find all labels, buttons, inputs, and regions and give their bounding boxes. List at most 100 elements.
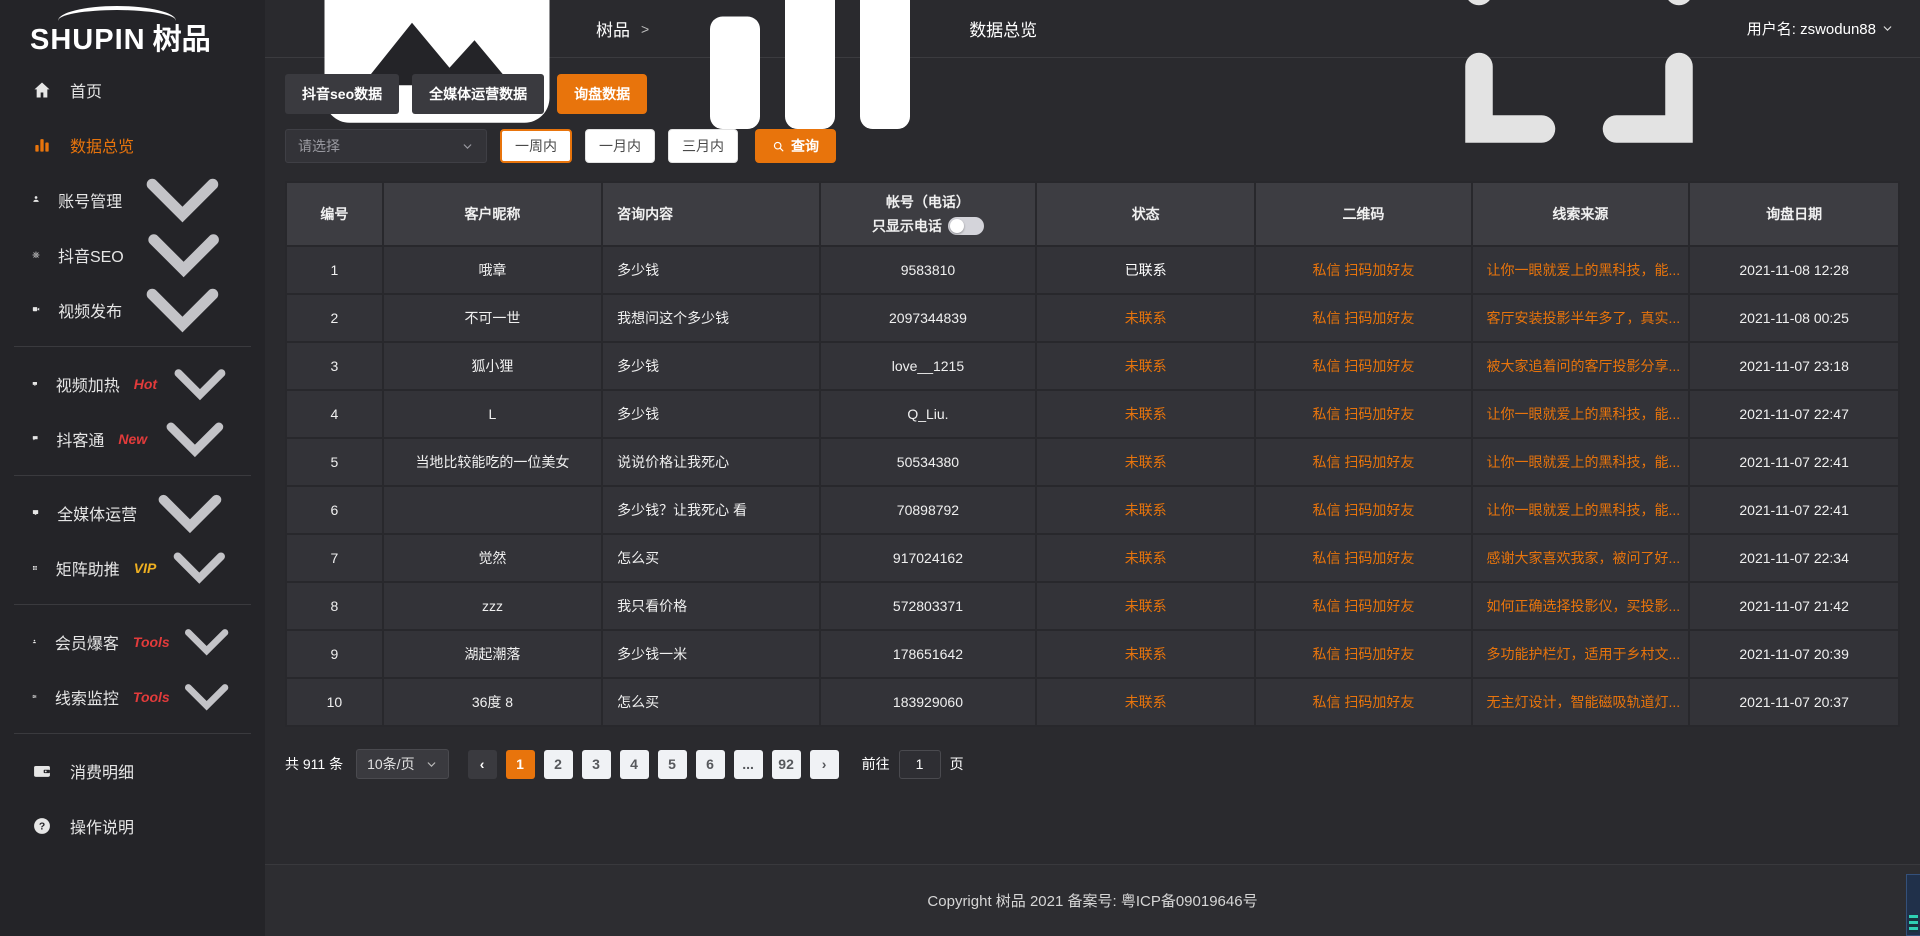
logo: SHUPIN树品 [0,0,265,62]
lead-source-link[interactable]: 让你一眼就爱上的黑科技，能... [1487,406,1681,422]
qrcode-link[interactable]: 私信 扫码加好友 [1313,502,1415,518]
sidebar-item-douketong[interactable]: 抖客通 New [0,411,265,466]
user-menu[interactable]: 用户名: zswodun88 [1747,18,1894,39]
qrcode-link[interactable]: 私信 扫码加好友 [1313,262,1415,278]
svg-text:?: ? [39,821,45,832]
cell-date: 2021-11-07 22:47 [1689,390,1899,438]
goto-page-input[interactable] [899,750,941,779]
page-button-1[interactable]: 1 [506,750,535,779]
col-header-qrcode: 二维码 [1255,182,1471,246]
page-button-6[interactable]: 6 [696,750,725,779]
status-badge: 未联系 [1125,550,1167,566]
sidebar-item-instructions[interactable]: ? 操作说明 [0,798,265,853]
cell-nickname: 湖起潮落 [383,630,602,678]
cell-date: 2021-11-07 22:41 [1689,438,1899,486]
col-header-status: 状态 [1036,182,1255,246]
tools-badge: Tools [133,634,170,650]
cell-account: love__1215 [820,342,1036,390]
copyright-text: Copyright 树品 2021 备案号: 粤ICP备09019646号 [927,890,1257,911]
page-size-select[interactable]: 10条/页 [356,749,448,779]
lead-source-link[interactable]: 让你一眼就爱上的黑科技，能... [1487,262,1681,278]
cell-no: 4 [286,390,383,438]
sidebar-item-matrix-boost[interactable]: 矩阵助推 VIP [0,540,265,595]
table-row: 5当地比较能吃的一位美女说说价格让我死心50534380未联系私信 扫码加好友让… [286,438,1899,486]
cell-content: 多少钱 [602,390,820,438]
chevron-down-icon [461,140,474,153]
qrcode-link[interactable]: 私信 扫码加好友 [1313,694,1415,710]
table-row: 8zzz我只看价格572803371未联系私信 扫码加好友如何正确选择投影仪，买… [286,582,1899,630]
lead-source-link[interactable]: 让你一眼就爱上的黑科技，能... [1487,454,1681,470]
status-badge: 未联系 [1125,406,1167,422]
hot-badge: Hot [134,376,157,392]
lead-source-link[interactable]: 无主灯设计，智能磁吸轨道灯... [1487,694,1681,710]
chevron-down-icon [1881,22,1894,35]
range-week-button[interactable]: 一周内 [500,129,572,163]
lead-source-link[interactable]: 客厅安装投影半年多了，真实... [1487,310,1681,326]
prev-page-button[interactable]: ‹ [468,750,497,779]
filter-select-placeholder: 请选择 [298,136,340,156]
table-row: 9湖起潮落多少钱一米178651642未联系私信 扫码加好友多功能护栏灯，适用于… [286,630,1899,678]
lead-source-link[interactable]: 多功能护栏灯，适用于乡村文... [1487,646,1681,662]
breadcrumb-separator: > [641,21,649,37]
lead-source-link[interactable]: 如何正确选择投影仪，买投影... [1487,598,1681,614]
phone-only-toggle[interactable] [948,217,984,235]
table-row: 4L多少钱Q_Liu.未联系私信 扫码加好友让你一眼就爱上的黑科技，能...20… [286,390,1899,438]
cell-content: 我想问这个多少钱 [602,294,820,342]
qrcode-link[interactable]: 私信 扫码加好友 [1313,550,1415,566]
range-quarter-button[interactable]: 三月内 [668,129,738,163]
cell-nickname: 36度 8 [383,678,602,726]
status-badge: 未联系 [1125,454,1167,470]
cell-account: 50534380 [820,438,1036,486]
inquiry-table: 编号 客户昵称 咨询内容 帐号（电话） 只显示电话 状态 二维码 [285,181,1900,727]
qrcode-link[interactable]: 私信 扫码加好友 [1313,646,1415,662]
goto-suffix-label: 页 [950,754,964,774]
page-button-92[interactable]: 92 [772,750,801,779]
qrcode-link[interactable]: 私信 扫码加好友 [1313,454,1415,470]
tab-media-operation-data[interactable]: 全媒体运营数据 [412,74,544,114]
toggle-knob [950,219,964,233]
breadcrumb-home[interactable]: 树品 [596,16,630,41]
qrcode-link[interactable]: 私信 扫码加好友 [1313,358,1415,374]
gear-icon [32,251,40,259]
next-page-button[interactable]: › [810,750,839,779]
search-button[interactable]: 查询 [755,129,836,163]
page-button-4[interactable]: 4 [620,750,649,779]
total-count-label: 共 911 条 [285,754,343,774]
cell-no: 9 [286,630,383,678]
question-icon: ? [32,816,52,836]
table-row: 7觉然怎么买917024162未联系私信 扫码加好友感谢大家喜欢我家，被问了好.… [286,534,1899,582]
logo-text-en: SHUPIN [30,24,146,56]
page-button-3[interactable]: 3 [582,750,611,779]
lead-source-link[interactable]: 感谢大家喜欢我家，被问了好... [1487,550,1681,566]
lead-source-link[interactable]: 让你一眼就爱上的黑科技，能... [1487,502,1681,518]
floating-widget[interactable] [1906,874,1920,936]
sidebar-item-label: 抖音SEO [58,243,124,267]
ellipsis-button[interactable]: ... [734,750,763,779]
sidebar-item-video-publish[interactable]: 视频发布 [0,282,265,337]
range-month-button[interactable]: 一月内 [585,129,655,163]
sidebar-item-home[interactable]: 首页 [0,62,265,117]
cell-content: 多少钱 [602,246,820,294]
tab-douyin-seo-data[interactable]: 抖音seo数据 [285,74,399,114]
page-size-value: 10条/页 [367,754,414,774]
lead-source-link[interactable]: 被大家追着问的客厅投影分享... [1487,358,1681,374]
cell-account: 70898792 [820,486,1036,534]
sidebar-item-label: 视频发布 [58,298,122,322]
tab-inquiry-data[interactable]: 询盘数据 [557,74,647,114]
page-button-2[interactable]: 2 [544,750,573,779]
qrcode-link[interactable]: 私信 扫码加好友 [1313,406,1415,422]
tabs-row: 抖音seo数据 全媒体运营数据 询盘数据 [285,74,1900,114]
filter-select[interactable]: 请选择 [285,129,487,163]
sidebar-item-lead-monitor[interactable]: 线索监控 Tools [0,669,265,724]
qrcode-link[interactable]: 私信 扫码加好友 [1313,598,1415,614]
sidebar-item-consumption-detail[interactable]: 消费明细 [0,743,265,798]
video-icon [32,305,40,313]
cell-content: 多少钱？让我死心 看 [602,486,820,534]
qrcode-link[interactable]: 私信 扫码加好友 [1313,310,1415,326]
wallet-icon [32,761,52,781]
sidebar-item-label: 视频加热 [56,372,120,396]
page-button-5[interactable]: 5 [658,750,687,779]
goto-label: 前往 [862,754,890,774]
screen-icon [32,381,38,387]
col-header-content: 咨询内容 [602,182,820,246]
